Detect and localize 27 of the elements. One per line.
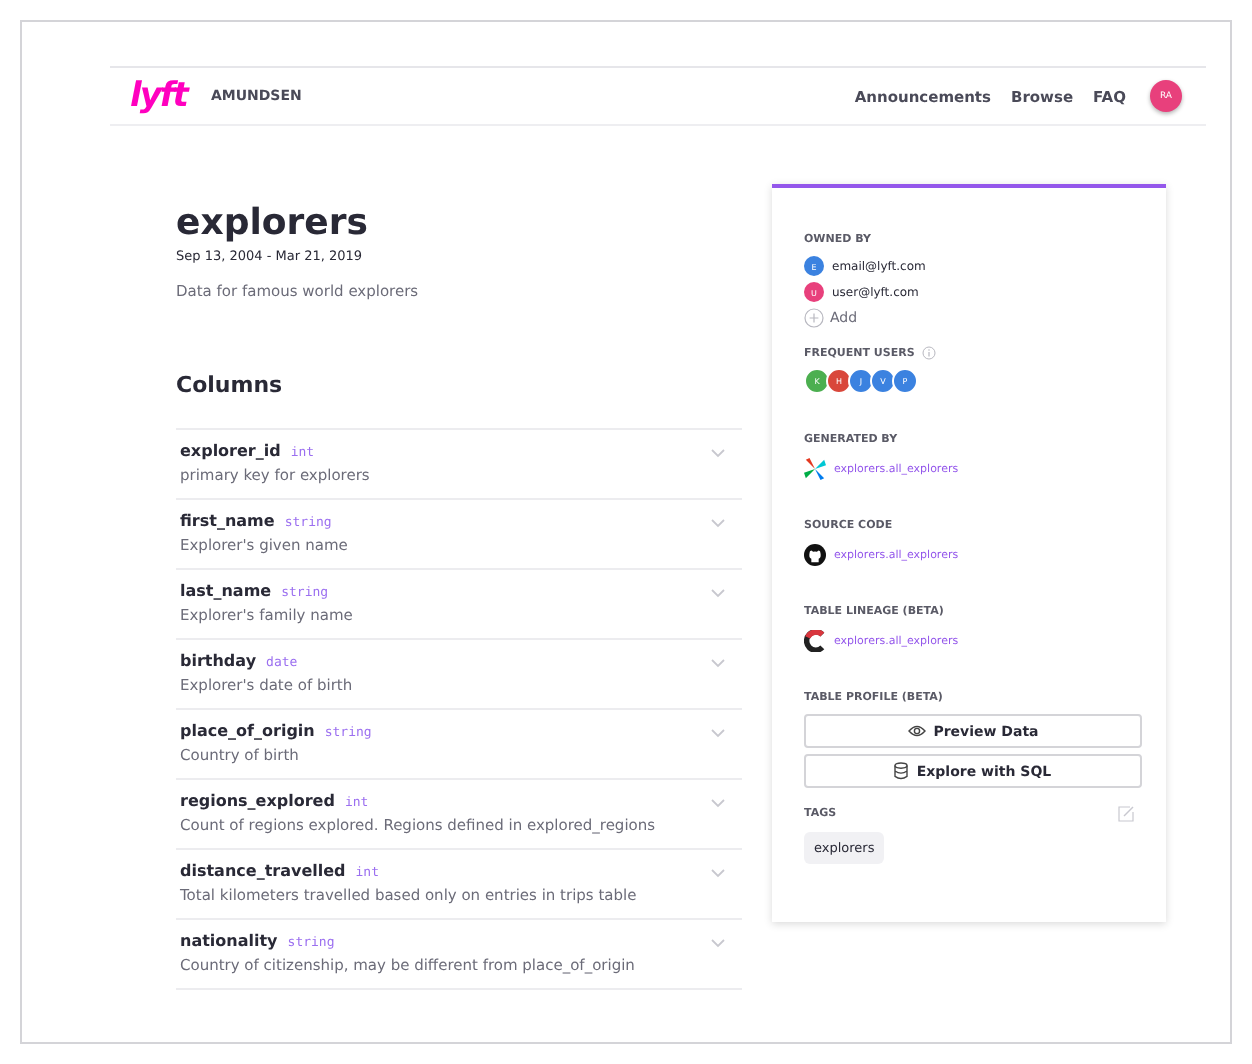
column-name: distance_travelled [180,861,346,880]
chevron-icon[interactable] [710,935,726,950]
chevron-icon[interactable] [710,865,726,880]
column-name: first_name [180,511,275,530]
section-heading: Columns [176,371,285,398]
eye-icon [907,724,926,738]
chevron-icon[interactable] [710,585,726,600]
column-name: regions_explored [180,791,335,810]
chevron-icon[interactable] [710,725,726,740]
edit-icon[interactable] [1118,806,1134,822]
github-icon [804,544,826,566]
chevron-icon[interactable] [710,515,726,530]
column-name: explorer_id [180,441,281,460]
add-icon[interactable] [804,308,824,328]
pinwheel-icon [804,458,826,480]
database-icon [894,762,909,780]
chevron-icon[interactable] [710,445,726,460]
column-name: birthday [180,651,257,670]
column-name: last_name [180,581,272,600]
logo[interactable]: lyft [130,79,187,113]
chevron-icon[interactable] [710,795,726,810]
lineage-icon [804,630,826,652]
column-name: nationality [180,931,278,950]
column-name: place_of_origin [180,721,315,740]
chevron-icon[interactable] [710,655,726,670]
table-title: explorers [176,204,370,244]
info-icon[interactable] [922,346,937,360]
